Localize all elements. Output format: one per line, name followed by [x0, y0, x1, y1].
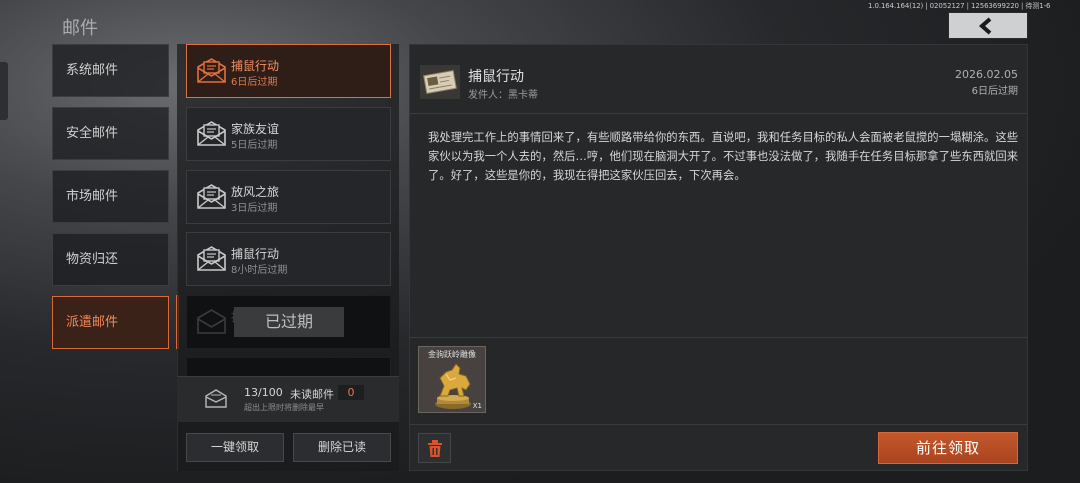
claim-all-button[interactable]: 一键领取 [186, 433, 284, 462]
category-tab-dispatch[interactable]: 派遣邮件 [52, 296, 169, 349]
mail-expiry: 3日后过期 [231, 203, 278, 214]
category-tab-security[interactable]: 安全邮件 [52, 107, 169, 160]
mail-item[interactable]: 捕鼠行动 6日后过期 [186, 44, 391, 98]
attachment-area [410, 338, 1027, 424]
mail-subject: 捕鼠行动 [231, 247, 280, 261]
envelope-icon [197, 184, 226, 209]
divider [410, 424, 1027, 425]
delete-read-button[interactable]: 删除已读 [293, 433, 391, 462]
go-claim-button[interactable]: 前往领取 [878, 432, 1018, 464]
mail-item-expired[interactable]: 捕 已过期 [186, 295, 391, 349]
mail-body: 我处理完工作上的事情回来了，有些顺路带给你的东西。直说吧，我和任务目标的私人会面… [428, 131, 1019, 182]
envelope-icon [197, 58, 226, 83]
category-tab-supply-return[interactable]: 物资归还 [52, 233, 169, 286]
mail-item-partial[interactable] [186, 357, 391, 377]
unread-label: 未读邮件 [290, 388, 334, 401]
mailbox-icon [205, 389, 227, 408]
category-tab-market[interactable]: 市场邮件 [52, 170, 169, 223]
mail-item[interactable]: 捕鼠行动 8小时后过期 [186, 232, 391, 286]
delete-mail-button[interactable] [418, 433, 451, 463]
mail-subject: 捕鼠行动 [231, 59, 280, 73]
version-info: 1.0.164.164(12) | 02052127 | 12563699220… [868, 2, 1051, 10]
mail-item[interactable]: 放风之旅 3日后过期 [186, 170, 391, 224]
back-button[interactable] [948, 12, 1028, 39]
unread-count-badge: 0 [338, 385, 364, 400]
envelope-icon [197, 121, 226, 146]
back-arrow-icon [978, 17, 992, 35]
sender-card-icon [420, 65, 460, 99]
mail-expiry: 8小时后过期 [231, 265, 288, 276]
divider [410, 113, 1027, 114]
attachment-quantity: X1 [472, 402, 482, 410]
mail-expiry: 5日后过期 [231, 140, 278, 151]
attachment-name: 金驹跃岭雕像 [428, 350, 476, 359]
limit-note: 超出上限时将删除最早 [244, 403, 324, 412]
attachment-item[interactable]: 金驹跃岭雕像 X1 [418, 346, 486, 413]
side-drawer-handle[interactable] [0, 62, 8, 120]
mail-item[interactable]: 家族友谊 5日后过期 [186, 107, 391, 161]
mail-expiry: 6日后过期 [231, 77, 278, 88]
envelope-icon [197, 309, 226, 334]
envelope-icon [197, 246, 226, 271]
expired-badge: 已过期 [234, 307, 344, 337]
mail-count: 13/100 [244, 386, 283, 399]
mail-date: 2026.02.05 [955, 68, 1018, 81]
category-tab-system[interactable]: 系统邮件 [52, 44, 169, 97]
mail-title: 捕鼠行动 [468, 69, 524, 85]
trash-icon [428, 440, 442, 457]
mail-subject: 放风之旅 [231, 185, 280, 199]
mail-sender: 发件人：黑卡蒂 [468, 90, 538, 101]
mail-subject: 家族友谊 [231, 122, 280, 136]
mail-remaining-time: 6日后过期 [971, 86, 1018, 97]
page-title: 邮件 [62, 18, 98, 39]
